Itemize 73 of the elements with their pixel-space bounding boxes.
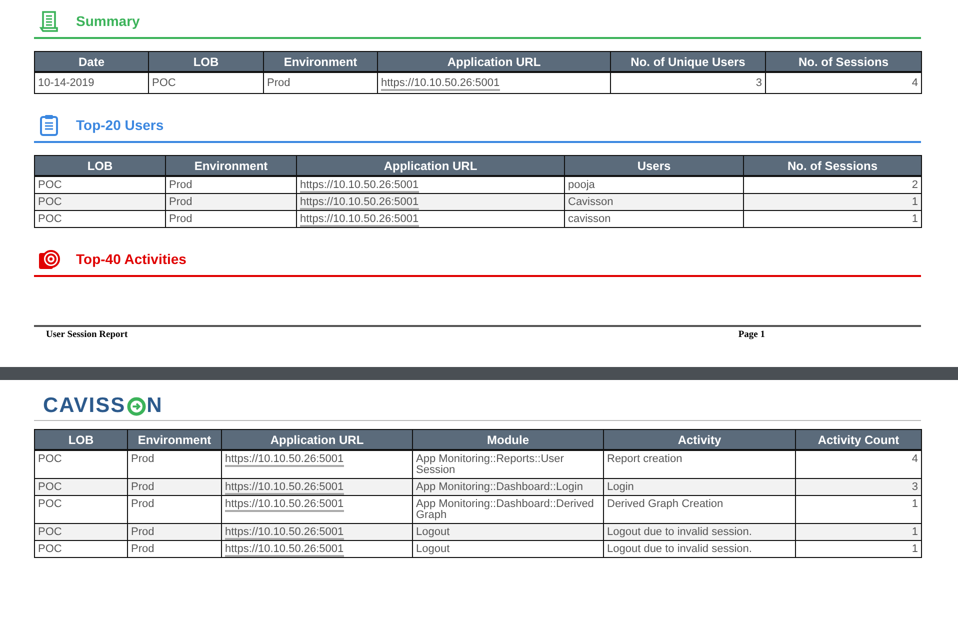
table-cell: Cavisson: [564, 194, 744, 210]
table-cell: Report creation: [604, 450, 796, 478]
table-cell: Logout due to invalid session.: [604, 524, 796, 540]
table-cell: Prod: [128, 478, 222, 496]
table-cell: Logout: [412, 540, 604, 558]
column-header: LOB: [34, 156, 166, 176]
table-cell: 1: [796, 540, 922, 558]
table-cell: POC: [34, 478, 128, 496]
column-header: Environment: [264, 52, 378, 72]
table-cell: POC: [34, 210, 166, 228]
table-cell: POC: [34, 540, 128, 558]
section-title: Top-40 Activities: [76, 251, 186, 267]
table-cell: Prod: [166, 176, 296, 194]
table-cell: 3: [610, 72, 766, 94]
url-link[interactable]: https://10.10.50.26:5001: [381, 77, 500, 91]
table-cell: 10-14-2019: [34, 72, 148, 94]
clipboard-icon: [38, 114, 60, 136]
column-header: Date: [34, 52, 148, 72]
table-cell: Logout: [412, 524, 604, 540]
table-cell: 4: [796, 450, 922, 478]
table-cell: POC: [148, 72, 264, 94]
report-name: User Session Report: [46, 330, 128, 340]
url-link[interactable]: https://10.10.50.26:5001: [225, 453, 344, 467]
table-cell: 3: [796, 478, 922, 496]
table-cell: POC: [34, 496, 128, 524]
table-cell: pooja: [564, 176, 744, 194]
section-title: Summary: [76, 13, 140, 29]
column-header: Application URL: [296, 156, 564, 176]
column-header: LOB: [34, 430, 128, 450]
table-cell: Logout due to invalid session.: [604, 540, 796, 558]
table-cell: 4: [766, 72, 922, 94]
table-cell: Prod: [128, 540, 222, 558]
column-header: Application URL: [378, 52, 610, 72]
scroll-icon: [38, 10, 60, 32]
table-cell: Prod: [128, 496, 222, 524]
table-cell: 1: [744, 210, 922, 228]
column-header: Environment: [166, 156, 296, 176]
column-header: Activity Count: [796, 430, 922, 450]
table-cell: POC: [34, 194, 166, 210]
table-cell: 1: [796, 496, 922, 524]
table-cell: POC: [34, 176, 166, 194]
column-header: Application URL: [222, 430, 412, 450]
table-cell: Prod: [166, 194, 296, 210]
table-cell: Derived Graph Creation: [604, 496, 796, 524]
column-header: No. of Sessions: [744, 156, 922, 176]
table-cell: Prod: [166, 210, 296, 228]
table-cell: App Monitoring::Dashboard::Derived Graph: [412, 496, 604, 524]
page-number: Page 1: [738, 330, 765, 340]
url-link[interactable]: https://10.10.50.26:5001: [300, 213, 419, 227]
column-header: Environment: [128, 430, 222, 450]
section-title: Top-20 Users: [76, 117, 164, 133]
table-cell: Login: [604, 478, 796, 496]
table-cell: 1: [744, 194, 922, 210]
table-cell: Prod: [128, 450, 222, 478]
column-header: LOB: [148, 52, 264, 72]
target-icon: [38, 248, 60, 270]
column-header: Users: [564, 156, 744, 176]
table-cell: App Monitoring::Dashboard::Login: [412, 478, 604, 496]
url-link[interactable]: https://10.10.50.26:5001: [225, 498, 344, 512]
table-cell: cavisson: [564, 210, 744, 228]
table-cell: 1: [796, 524, 922, 540]
table-cell: POC: [34, 450, 128, 478]
column-header: Module: [412, 430, 604, 450]
company-logo: CAVISS N: [34, 394, 921, 421]
table-cell: POC: [34, 524, 128, 540]
column-header: No. of Sessions: [766, 52, 922, 72]
table-cell: Prod: [264, 72, 378, 94]
column-header: Activity: [604, 430, 796, 450]
table-cell: Prod: [128, 524, 222, 540]
column-header: No. of Unique Users: [610, 52, 766, 72]
table-cell: App Monitoring::Reports::User Session: [412, 450, 604, 478]
url-link[interactable]: https://10.10.50.26:5001: [225, 543, 344, 557]
table-cell: 2: [744, 176, 922, 194]
